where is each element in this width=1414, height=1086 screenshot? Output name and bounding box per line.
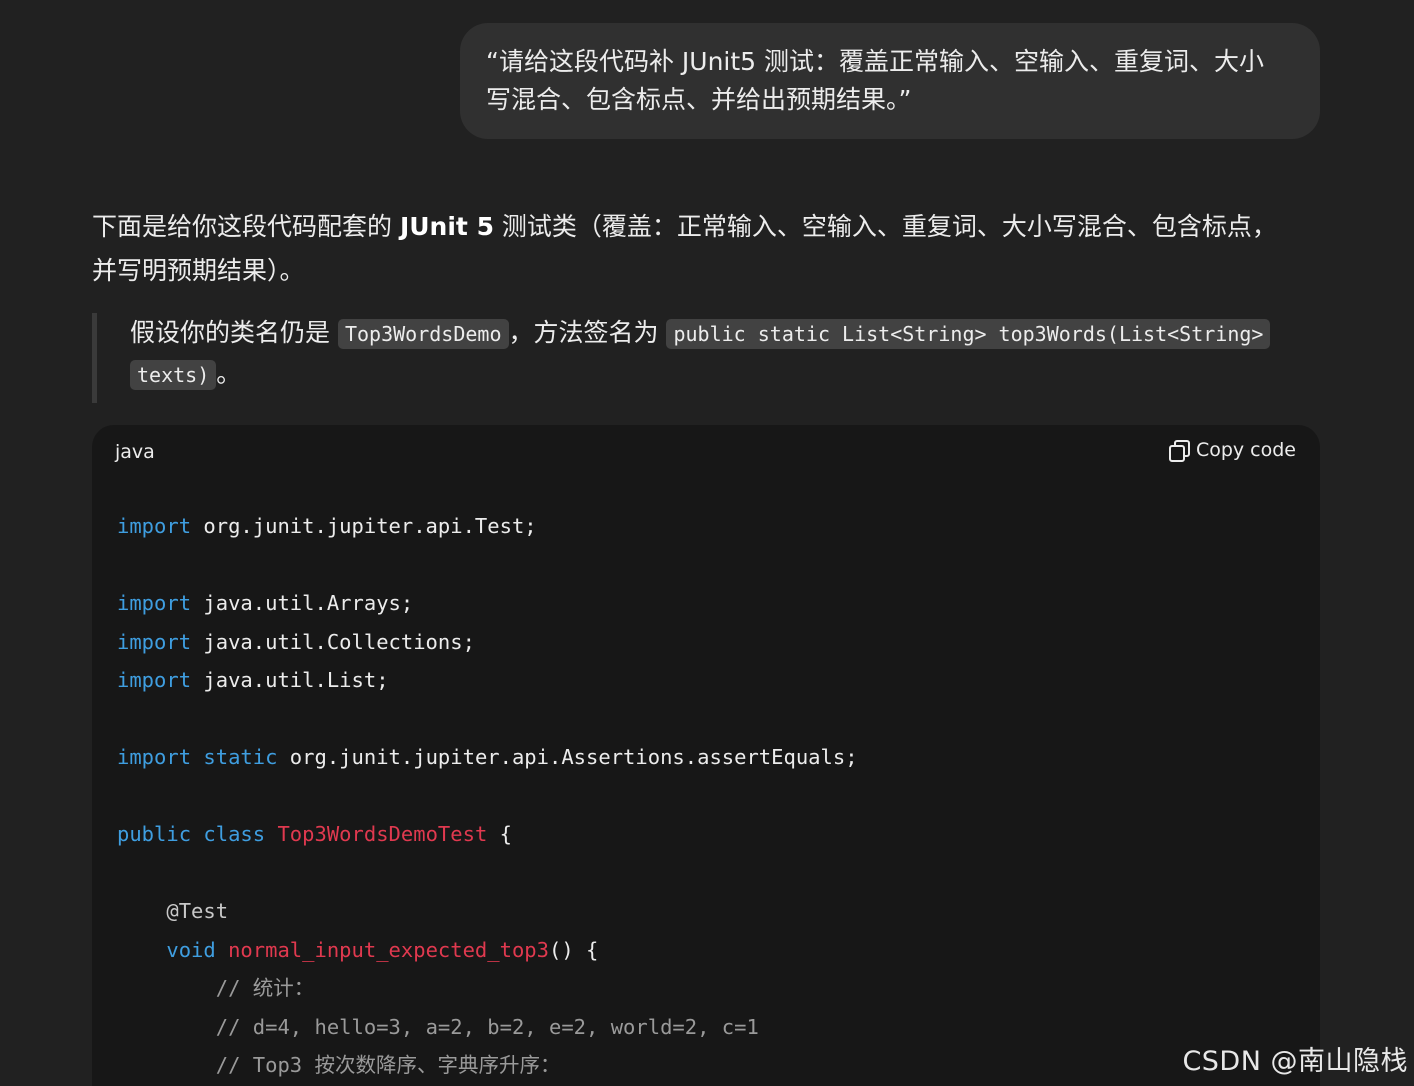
- code-line: public class Top3WordsDemoTest {: [117, 822, 512, 846]
- code-line: @Test: [166, 899, 229, 923]
- code-block-header: java Copy code: [92, 425, 1320, 483]
- inline-code-class-name: Top3WordsDemo: [337, 319, 509, 349]
- code-line: import org.junit.jupiter.api.Test;: [117, 514, 537, 538]
- inline-code-signature-part-2: texts): [130, 360, 217, 390]
- code-language-label: java: [115, 441, 155, 463]
- csdn-watermark: CSDN @南山隐栈: [1182, 1046, 1408, 1077]
- quote-text-2: ，方法签名为: [508, 318, 667, 347]
- code-line: // Top3 按次数降序、字典序升序：: [215, 1053, 561, 1077]
- intro-text-2: 测试类（覆盖：正常输入、空输入、重复词、大小写混合、包含标点，: [493, 212, 1277, 241]
- intro-bold-junit: JUnit 5: [399, 212, 494, 241]
- code-content: import org.junit.jupiter.api.Test; import…: [117, 507, 858, 1085]
- code-line: import java.util.Collections;: [117, 629, 475, 654]
- user-message-line-1: “请给这段代码补 JUnit5 测试：覆盖正常输入、空输入、重复词、大小: [486, 47, 1265, 76]
- copy-code-label: Copy code: [1195, 439, 1296, 461]
- code-block: java Copy code import org.junit.jupiter.…: [92, 425, 1320, 1086]
- intro-text-3: 并写明预期结果）。: [92, 256, 305, 285]
- intro-text-1: 下面是给你这段代码配套的: [92, 212, 400, 241]
- copy-icon: [1168, 439, 1190, 462]
- code-line: void normal_input_expected_top3() {: [166, 937, 599, 962]
- code-line: import static org.junit.jupiter.api.Asse…: [117, 745, 858, 769]
- copy-code-button[interactable]: Copy code: [1168, 439, 1296, 462]
- code-line: // 统计：: [215, 976, 315, 1000]
- user-message-bubble: “请给这段代码补 JUnit5 测试：覆盖正常输入、空输入、重复词、大小 写混合…: [460, 23, 1320, 139]
- assistant-intro: 下面是给你这段代码配套的 JUnit 5 测试类（覆盖：正常输入、空输入、重复词…: [92, 205, 1320, 293]
- quote-text-1: 假设你的类名仍是: [130, 318, 338, 347]
- inline-code-signature-part-1: public static List<String> top3Words(Lis…: [666, 319, 1271, 349]
- code-line: import java.util.List;: [117, 668, 389, 692]
- user-message-line-2: 写混合、包含标点、并给出预期结果。”: [486, 85, 912, 114]
- code-line: import java.util.Arrays;: [117, 591, 414, 615]
- assumption-blockquote: 假设你的类名仍是 Top3WordsDemo ，方法签名为 public stat…: [92, 313, 1320, 403]
- assistant-message: 下面是给你这段代码配套的 JUnit 5 测试类（覆盖：正常输入、空输入、重复词…: [92, 205, 1320, 403]
- chat-page: “请给这段代码补 JUnit5 测试：覆盖正常输入、空输入、重复词、大小 写混合…: [0, 0, 1414, 1086]
- code-line: // d=4, hello=3, a=2, b=2, e=2, world=2,…: [215, 1014, 759, 1039]
- quote-text-3: 。: [216, 359, 242, 388]
